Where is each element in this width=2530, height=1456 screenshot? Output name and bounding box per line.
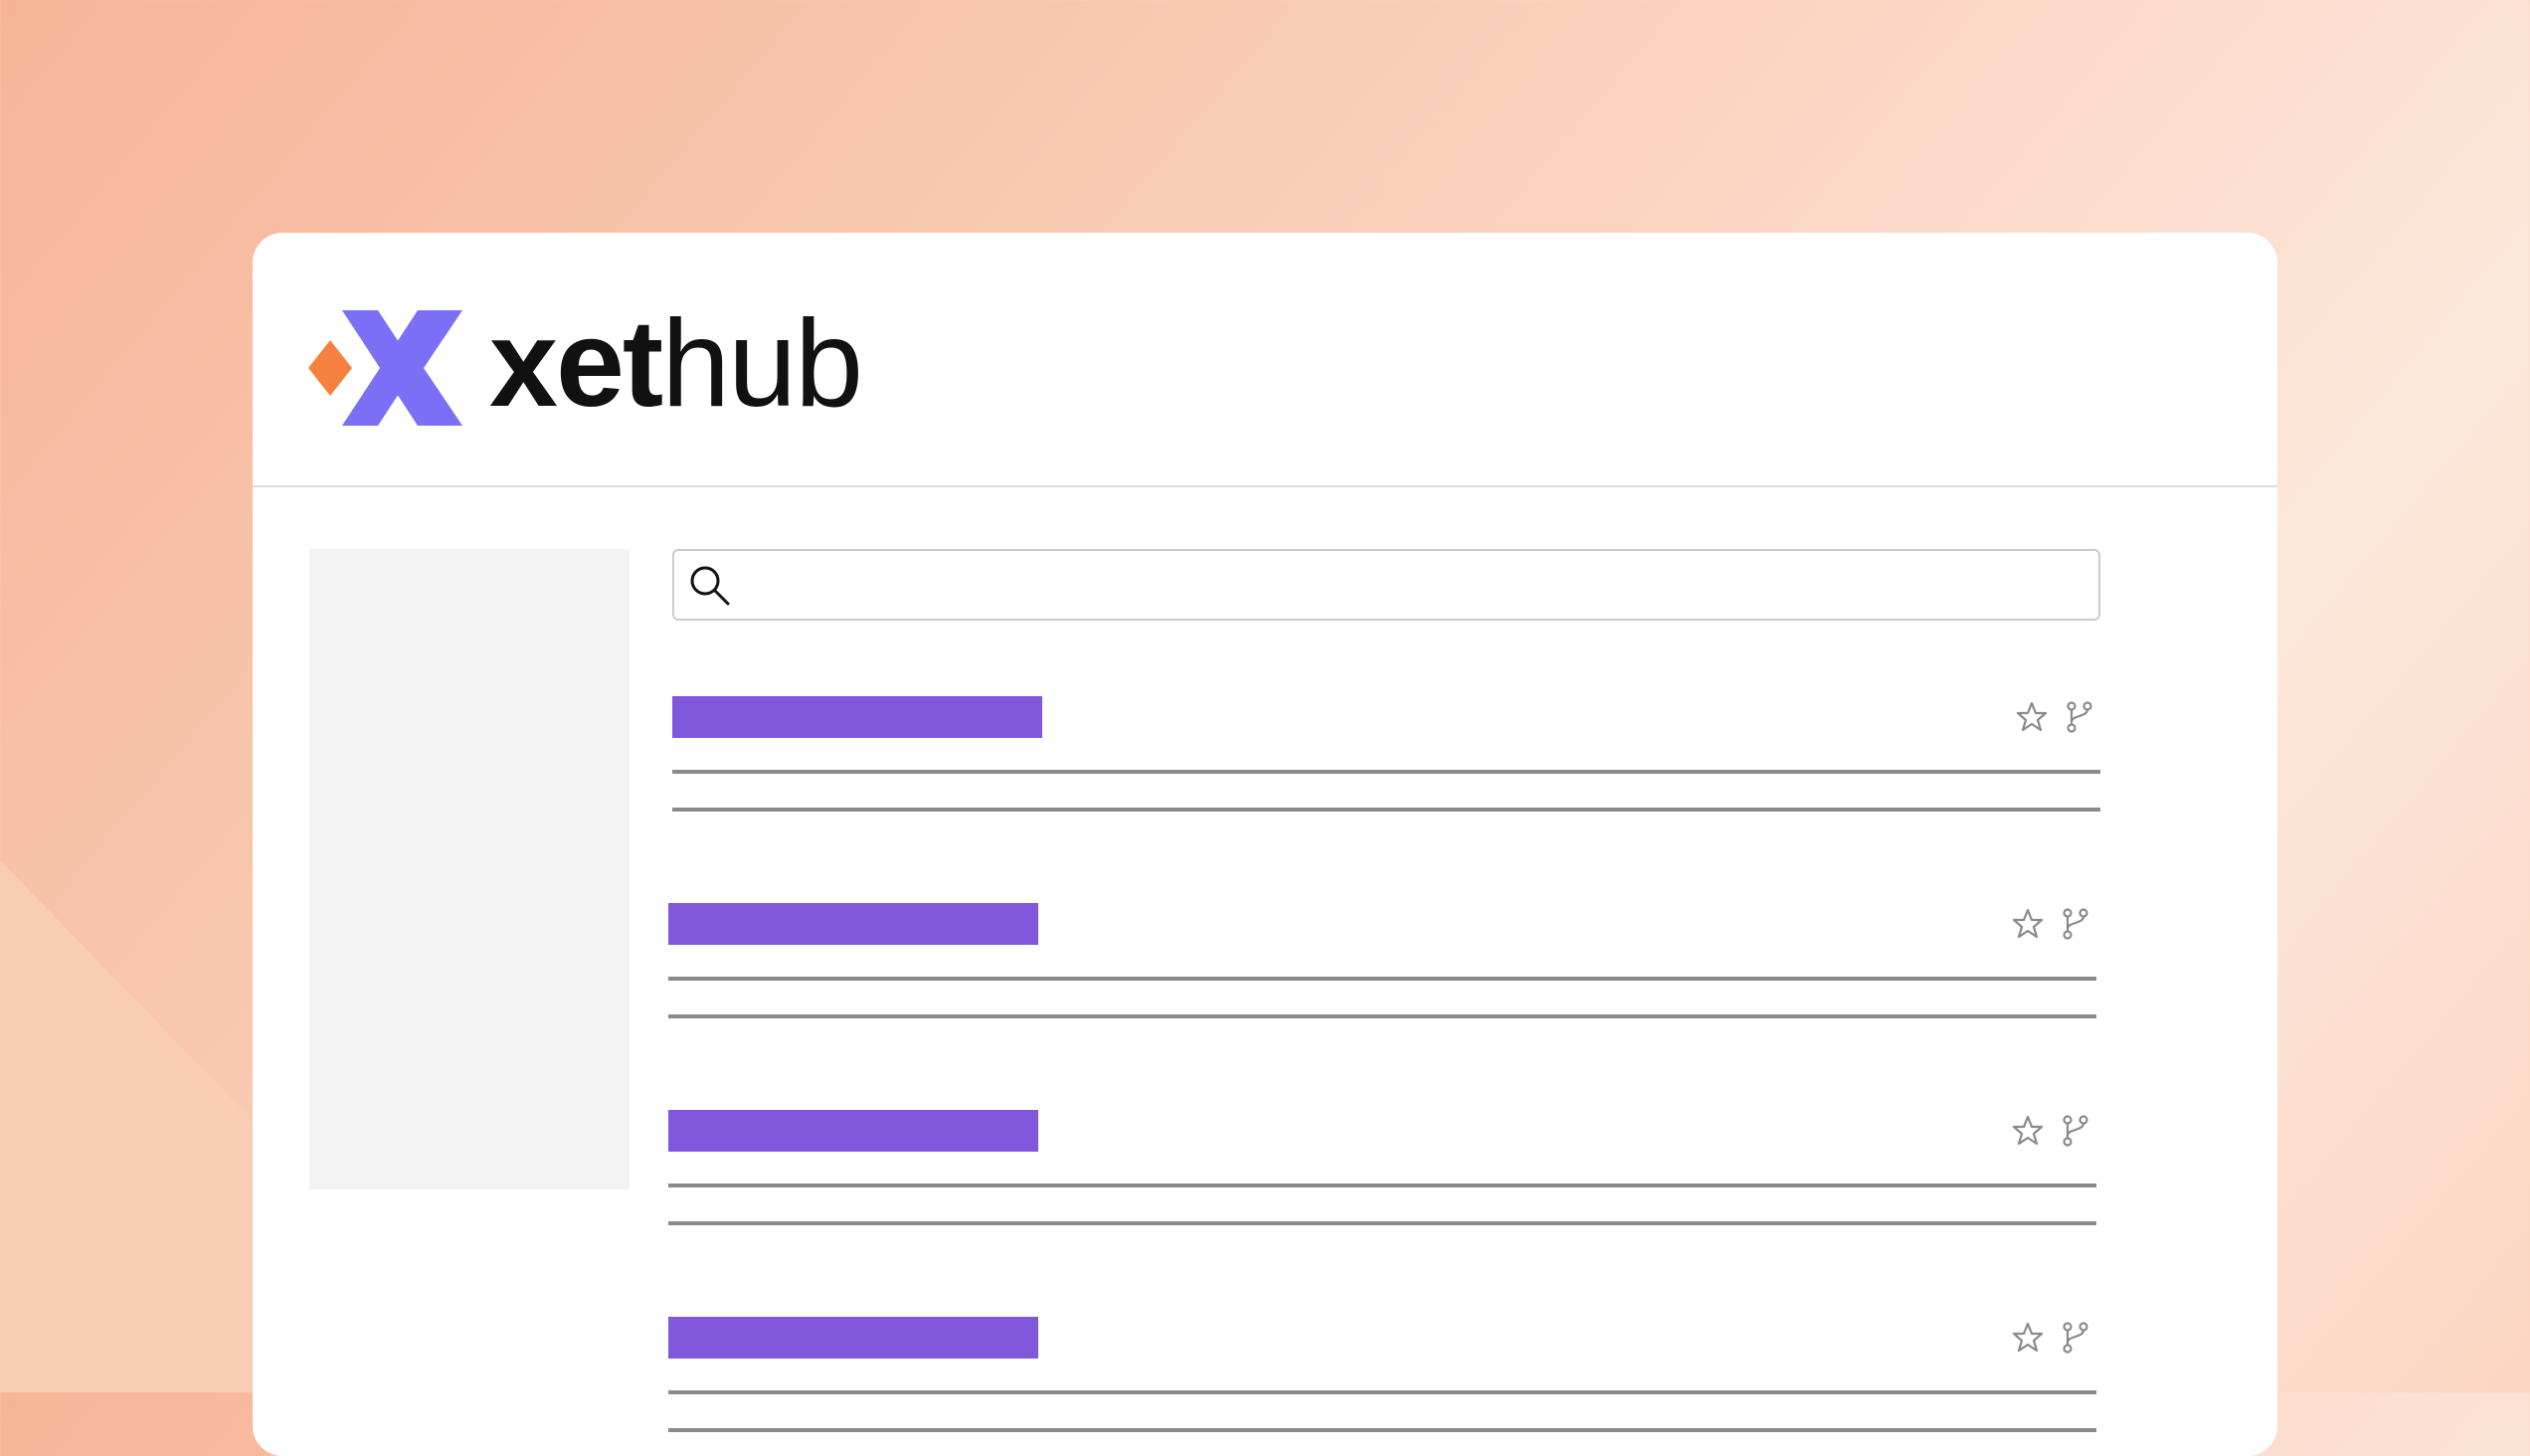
repo-title-placeholder[interactable] [668,1110,1038,1152]
repo-list-item[interactable] [672,696,2100,835]
repo-title-placeholder[interactable] [668,903,1038,945]
fork-icon[interactable] [2059,1114,2092,1148]
xethub-logo-icon [308,310,462,426]
repo-list-item[interactable] [668,903,2096,1042]
repo-description-placeholder [672,808,2100,812]
star-icon[interactable] [2011,907,2045,941]
repo-list-item[interactable] [668,1110,2096,1249]
star-icon[interactable] [2011,1114,2045,1148]
wordmark-bold: xet [489,295,663,433]
repo-description-placeholder [668,1428,2096,1432]
repo-title-placeholder[interactable] [672,696,1042,738]
repo-description-placeholder [668,1014,2096,1018]
star-icon[interactable] [2011,1321,2045,1355]
fork-icon[interactable] [2059,1321,2092,1355]
repo-list-item[interactable] [668,1317,2096,1456]
wordmark-light: hub [661,295,863,433]
star-icon[interactable] [2015,700,2049,734]
app-window: xethub [253,233,2277,1456]
xethub-wordmark: xethub [489,284,863,444]
repo-description-placeholder [668,1183,2096,1187]
repo-description-placeholder [668,1221,2096,1225]
repo-description-placeholder [668,977,2096,981]
fork-icon[interactable] [2063,700,2096,734]
fork-icon[interactable] [2059,907,2092,941]
sidebar-panel [309,549,630,1189]
repo-description-placeholder [668,1390,2096,1394]
search-input[interactable] [672,549,2100,621]
repo-title-placeholder[interactable] [668,1317,1038,1359]
repo-description-placeholder [672,770,2100,774]
header: xethub [253,233,2277,487]
